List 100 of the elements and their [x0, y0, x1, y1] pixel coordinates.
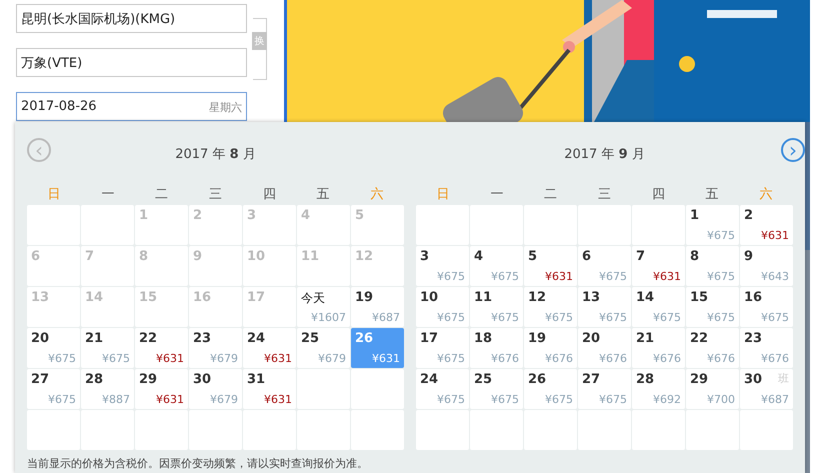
day-number: 8	[139, 249, 148, 264]
price: ¥675	[599, 270, 627, 283]
day-number: 5	[528, 249, 538, 264]
day-cell[interactable]: 27 ¥675	[578, 369, 631, 409]
day-cell[interactable]: 6 ¥675	[578, 246, 631, 286]
day-number: 21	[85, 331, 104, 346]
day-number: 23	[193, 331, 212, 346]
day-cell[interactable]: 20 ¥675	[27, 328, 80, 368]
day-cell[interactable]: 31 ¥631	[243, 369, 296, 409]
day-number: 18	[474, 331, 492, 346]
price: ¥643	[761, 270, 789, 283]
day-number: 17	[420, 331, 438, 346]
day-cell[interactable]: 10 ¥675	[416, 287, 469, 327]
price: ¥675	[599, 311, 627, 324]
day-number: 7	[636, 249, 646, 264]
day-number: 20	[582, 331, 600, 346]
day-cell[interactable]: 23 ¥679	[189, 328, 242, 368]
weekday-label: 三	[208, 186, 223, 202]
price: ¥1607	[311, 311, 346, 324]
day-number: 6	[582, 249, 592, 264]
price: ¥676	[545, 352, 573, 365]
day-cell[interactable]: 20 ¥676	[578, 328, 631, 368]
day-cell[interactable]: 7 ¥631	[632, 246, 685, 286]
weekday-hint: 星期六	[209, 100, 242, 115]
day-cell[interactable]: 23 ¥676	[740, 328, 793, 368]
day-cell[interactable]: 18 ¥676	[470, 328, 523, 368]
price: ¥631	[372, 352, 400, 365]
day-number: 28	[636, 372, 654, 387]
month-title: 2017 年 9 月	[564, 146, 645, 162]
day-number: 3	[247, 208, 256, 223]
day-cell[interactable]: 15 ¥675	[686, 287, 739, 327]
day-cell[interactable]: 26 ¥675	[524, 369, 577, 409]
day-cell[interactable]: 19 ¥687	[351, 287, 404, 327]
price: ¥631	[545, 270, 573, 283]
day-cell[interactable]: 9 ¥643	[740, 246, 793, 286]
day-cell[interactable]: 19 ¥676	[524, 328, 577, 368]
day-number: 17	[247, 290, 266, 305]
weekday-label: 一	[489, 186, 504, 202]
day-number: 14	[85, 290, 104, 305]
day-cell[interactable]: 21 ¥675	[81, 328, 134, 368]
day-cell[interactable]: 29 ¥700	[686, 369, 739, 409]
price: ¥631	[264, 352, 292, 365]
day-cell[interactable]: 27 ¥675	[27, 369, 80, 409]
day-number: 4	[301, 208, 310, 223]
day-cell[interactable]: 30 ¥679	[189, 369, 242, 409]
day-cell[interactable]: 21 ¥676	[632, 328, 685, 368]
day-cell[interactable]: 28 ¥692	[632, 369, 685, 409]
day-number: 9	[744, 249, 754, 264]
day-number: 9	[193, 249, 202, 264]
day-cell[interactable]: 22 ¥631	[135, 328, 188, 368]
day-number: 16	[193, 290, 212, 305]
day-cell[interactable]: 28 ¥887	[81, 369, 134, 409]
day-cell[interactable]: 1 ¥675	[686, 205, 739, 245]
day-cell[interactable]: 22 ¥676	[686, 328, 739, 368]
weekday-label: 四	[262, 186, 277, 202]
day-cell[interactable]: 3 ¥675	[416, 246, 469, 286]
day-cell[interactable]: 5 ¥631	[524, 246, 577, 286]
day-cell[interactable]: 24 ¥675	[416, 369, 469, 409]
weekday-label: 六	[370, 186, 385, 202]
day-number: 22	[690, 331, 708, 346]
day-cell[interactable]: 25 ¥675	[470, 369, 523, 409]
day-cell[interactable]: 29 ¥631	[135, 369, 188, 409]
day-cell[interactable]: 8 ¥675	[686, 246, 739, 286]
price: ¥631	[156, 352, 184, 365]
price: ¥631	[653, 270, 681, 283]
day-cell[interactable]: 17 ¥675	[416, 328, 469, 368]
day-number: 24	[247, 331, 266, 346]
day-number: 11	[474, 290, 492, 305]
day-number: 19	[355, 290, 374, 305]
day-number: 29	[139, 372, 158, 387]
price: ¥675	[653, 311, 681, 324]
day-number: 31	[247, 372, 266, 387]
price: ¥676	[491, 352, 519, 365]
day-cell[interactable]: 11 ¥675	[470, 287, 523, 327]
day-cell[interactable]: 今天 ¥1607	[297, 287, 350, 327]
city-field[interactable]: 万象(VTE)	[16, 48, 247, 77]
day-cell[interactable]: 13 ¥675	[578, 287, 631, 327]
day-cell[interactable]: 2 ¥631	[740, 205, 793, 245]
price: ¥679	[318, 352, 346, 365]
weekday-label: 二	[543, 186, 558, 202]
day-number: 30	[744, 372, 762, 387]
day-cell[interactable]: 12 ¥675	[524, 287, 577, 327]
day-cell[interactable]: 25 ¥679	[297, 328, 350, 368]
price: ¥675	[491, 393, 519, 406]
price: ¥675	[48, 352, 76, 365]
day-cell[interactable]: 14 ¥675	[632, 287, 685, 327]
day-cell[interactable]: 24 ¥631	[243, 328, 296, 368]
price: ¥675	[545, 393, 573, 406]
price: ¥675	[437, 352, 465, 365]
city-field[interactable]: 昆明(长水国际机场)(KMG)	[16, 4, 247, 33]
day-number: 1	[690, 208, 700, 223]
day-number: 25	[474, 372, 492, 387]
day-number: 16	[744, 290, 762, 305]
price: ¥675	[599, 393, 627, 406]
weekday-label: 五	[704, 186, 720, 202]
day-number: 22	[139, 331, 158, 346]
weekday-label: 四	[650, 186, 666, 202]
day-cell[interactable]: 4 ¥675	[470, 246, 523, 286]
day-cell[interactable]: 16 ¥675	[740, 287, 793, 327]
day-number: 27	[582, 372, 600, 387]
